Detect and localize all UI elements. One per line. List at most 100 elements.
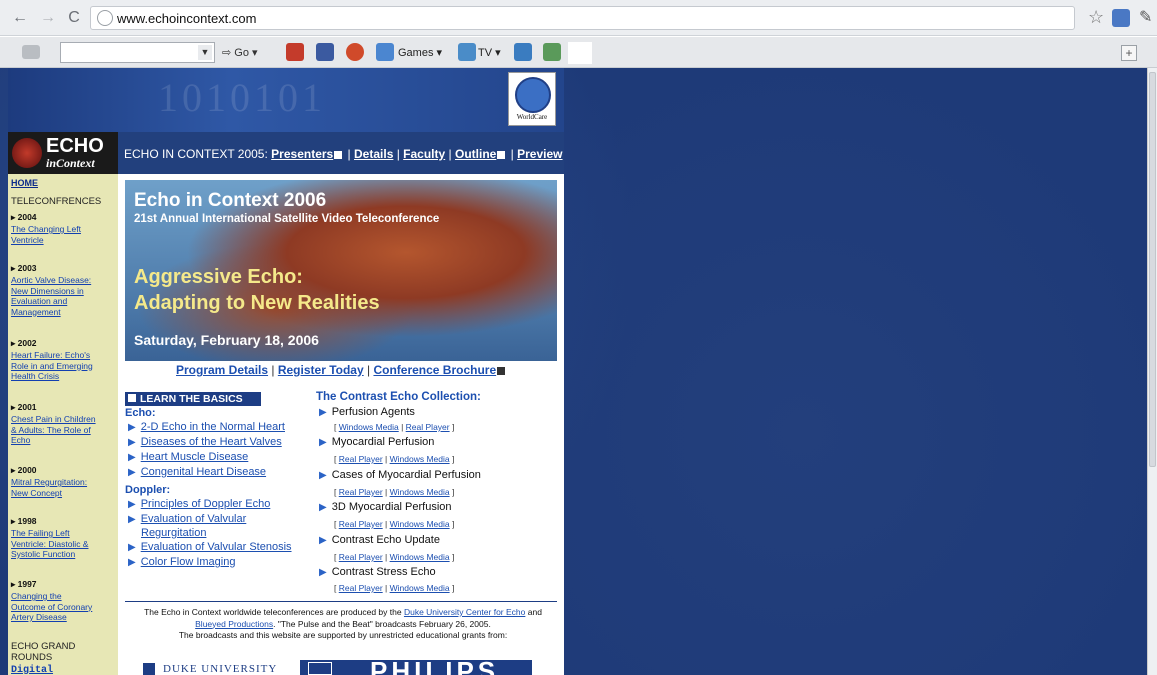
sidebar-link-1998[interactable]: The Failing Left Ventricle: Diastolic & Sy… (11, 528, 117, 560)
triangle-bullet-icon: ▶ (128, 437, 136, 448)
learn-link[interactable]: ▶ Color Flow Imaging (128, 556, 235, 568)
triangle-bullet-icon: ▶ (319, 437, 327, 448)
media-links: [ Real Player | Windows Media ] (334, 454, 455, 464)
echo-in-context-logo[interactable]: ECHO inContext (8, 132, 118, 174)
nav-presenters[interactable]: Presenters (271, 147, 333, 161)
sidebar-link-2004[interactable]: The Changing Left Ventricle (11, 224, 117, 245)
photo-icon[interactable] (543, 43, 561, 61)
sidebar-link-2003[interactable]: Aortic Valve Disease: New Dimensions in Ev… (11, 275, 117, 317)
triangle-bullet-icon: ▶ (128, 452, 136, 463)
nav-details[interactable]: Details (354, 147, 393, 161)
media-link[interactable]: Windows Media (390, 583, 450, 593)
games-label[interactable]: Games ▾ (398, 46, 442, 59)
worldcare-label: WorldCare (516, 113, 548, 121)
sidebar-home-link[interactable]: HOME (11, 178, 38, 188)
duke-chapel-icon (143, 663, 155, 675)
learn-link[interactable]: ▶ Principles of Doppler Echo (128, 498, 270, 510)
reload-icon[interactable]: C (64, 8, 84, 28)
triangle-bullet-icon: ▶ (128, 467, 136, 478)
conference-brochure-link[interactable]: Conference Brochure (373, 363, 496, 377)
media-link[interactable]: Real Player (339, 519, 383, 529)
vertical-scrollbar[interactable] (1147, 68, 1157, 675)
media-link[interactable]: Windows Media (390, 552, 450, 562)
toolbar-logo-icon[interactable] (22, 45, 40, 59)
triangle-bullet-icon: ▶ (319, 502, 327, 513)
games-icon[interactable] (376, 43, 394, 61)
nav-faculty[interactable]: Faculty (403, 147, 445, 161)
bookmark-star-icon[interactable]: ☆ (1088, 7, 1104, 28)
learn-link[interactable]: ▶ Evaluation of Valvular Stenosis (128, 541, 292, 553)
wrench-menu-icon[interactable]: ✎ (1139, 7, 1152, 27)
duke-university-logo[interactable]: DUKE UNIVERSITY (143, 663, 293, 675)
chevron-down-icon[interactable]: ▼ (198, 45, 212, 60)
media-link[interactable]: Windows Media (390, 519, 450, 529)
blueyed-link[interactable]: Blueyed Productions (195, 619, 273, 629)
sidebar-link-1997[interactable]: Changing the Outcome of Coronary Artery Di… (11, 591, 117, 623)
ball-icon[interactable] (346, 43, 364, 61)
media-link[interactable]: Windows Media (390, 454, 450, 464)
learn-link[interactable]: ▶ Diseases of the Heart Valves (128, 436, 282, 448)
facebook-icon[interactable] (316, 43, 334, 61)
media-link[interactable]: Real Player (339, 454, 383, 464)
learn-link-continuation[interactable]: Regurgitation (141, 527, 206, 539)
program-links: Program Details | Register Today | Confe… (176, 363, 507, 377)
media-link[interactable]: Real Player (339, 487, 383, 497)
learn-link[interactable]: ▶ Evaluation of Valvular (128, 513, 246, 525)
square-bullet-icon (128, 394, 136, 402)
tv-icon[interactable] (458, 43, 476, 61)
sidebar-link-2002[interactable]: Heart Failure: Echo's Role in and Emergin… (11, 350, 117, 382)
doppler-section-label: Doppler: (125, 484, 171, 496)
forward-arrow-icon[interactable]: → (38, 8, 58, 28)
sidebar-grand-rounds-heading: ECHO GRAND ROUNDS (11, 641, 76, 663)
triangle-bullet-icon: ▶ (319, 407, 327, 418)
media-link[interactable]: Real Player (406, 422, 450, 432)
media-links: [ Real Player | Windows Media ] (334, 519, 455, 529)
toolbar-blank (568, 42, 592, 64)
triangle-bullet-icon: ▶ (319, 535, 327, 546)
youtube-icon[interactable] (286, 43, 304, 61)
media-link[interactable]: Windows Media (390, 487, 450, 497)
site-header: 1010101 WorldCare (8, 68, 564, 132)
address-bar[interactable]: www.echoincontext.com (90, 6, 1075, 30)
duke-center-link[interactable]: Duke University Center for Echo (404, 607, 525, 617)
toolbar-search-combo[interactable]: ▼ (60, 42, 215, 63)
scrollbar-thumb[interactable] (1149, 72, 1156, 467)
sidebar-year: ▸ 1998 (11, 516, 37, 526)
triangle-bullet-icon: ▶ (128, 542, 136, 553)
media-link[interactable]: Real Player (339, 552, 383, 562)
philips-logo[interactable]: PHILIPS (300, 660, 532, 675)
sidebar-link-digital-integration[interactable]: Digital Integration (11, 665, 117, 675)
worldcare-logo[interactable]: WorldCare (508, 72, 556, 126)
program-details-link[interactable]: Program Details (176, 363, 268, 377)
go-button[interactable]: ⇨ Go ▾ (222, 46, 258, 59)
sidebar-link-2001[interactable]: Chest Pain in Children & Adults: The Role… (11, 414, 117, 446)
nav-preview[interactable]: Preview (517, 147, 562, 161)
address-url[interactable]: www.echoincontext.com (117, 11, 256, 26)
register-today-link[interactable]: Register Today (278, 363, 364, 377)
learn-basics-heading: LEARN THE BASICS (125, 392, 261, 406)
sidebar-year: ▸ 1997 (11, 579, 37, 589)
pdf-icon (497, 150, 506, 159)
back-arrow-icon[interactable]: ← (10, 8, 30, 28)
media-link[interactable]: Real Player (339, 583, 383, 593)
learn-link[interactable]: ▶ 2-D Echo in the Normal Heart (128, 421, 285, 433)
browser-toolbar: ← → C www.echoincontext.com ☆ ✎ (0, 0, 1157, 36)
extension-icon[interactable] (1112, 9, 1130, 27)
tv-label[interactable]: TV ▾ (478, 46, 501, 59)
contrast-item: ▶ Perfusion Agents (319, 406, 415, 418)
event-banner[interactable]: Echo in Context 2006 21st Annual Interna… (125, 180, 557, 361)
nav-outline[interactable]: Outline (455, 147, 496, 161)
media-link[interactable]: Windows Media (339, 422, 399, 432)
media-links: [ Windows Media | Real Player ] (334, 422, 455, 432)
triangle-bullet-icon: ▶ (319, 567, 327, 578)
banner-headline-1: Aggressive Echo: (134, 266, 303, 288)
learn-link[interactable]: ▶ Congenital Heart Disease (128, 466, 266, 478)
sidebar-year: ▸ 2004 (11, 212, 37, 222)
echo-section-label: Echo: (125, 407, 156, 419)
add-tab-icon[interactable]: + (1121, 45, 1137, 61)
learn-link[interactable]: ▶ Heart Muscle Disease (128, 451, 248, 463)
pdf-icon (497, 366, 506, 375)
sidebar-link-2000[interactable]: Mitral Regurgitation: New Concept (11, 477, 117, 498)
chat-icon[interactable] (514, 43, 532, 61)
page-viewport: 1010101 WorldCare ECHO inContext ECHO IN… (0, 68, 1147, 675)
